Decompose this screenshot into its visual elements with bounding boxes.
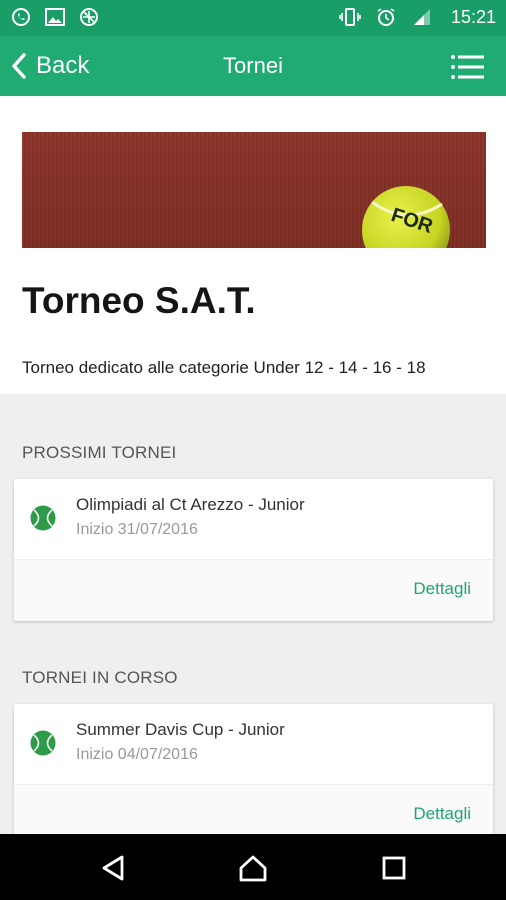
nav-back-icon[interactable] — [98, 852, 130, 884]
no-sync-icon — [78, 6, 100, 28]
tournament-card[interactable]: Olimpiadi al Ct Arezzo - Junior Inizio 3… — [14, 479, 493, 621]
status-time: 15:21 — [450, 6, 496, 27]
vibrate-icon — [339, 6, 361, 28]
system-nav-bar — [0, 834, 506, 900]
tournament-card[interactable]: Summer Davis Cup - Junior Inizio 04/07/2… — [14, 704, 493, 846]
signal-icon — [411, 6, 433, 28]
status-bar: 15:21 — [0, 0, 506, 36]
details-button[interactable]: Dettagli — [413, 804, 471, 824]
menu-button[interactable] — [450, 54, 484, 80]
app-toolbar: Back Tornei — [0, 36, 506, 96]
tennis-ball-icon — [30, 730, 56, 756]
card-start-date: Inizio 31/07/2016 — [76, 521, 198, 538]
image-icon — [44, 6, 66, 28]
nav-recents-icon[interactable] — [378, 852, 410, 884]
banner-image: FOR — [22, 132, 486, 248]
tennis-ball-icon — [30, 505, 56, 531]
nav-home-icon[interactable] — [237, 852, 269, 884]
tournament-title: Torneo S.A.T. — [22, 280, 256, 321]
section-label-ongoing: TORNEI IN CORSO — [22, 668, 178, 687]
card-start-date: Inizio 04/07/2016 — [76, 746, 198, 763]
page-title: Tornei — [223, 53, 283, 78]
tennis-ball-image: FOR — [362, 186, 450, 248]
details-button[interactable]: Dettagli — [413, 579, 471, 599]
alarm-icon — [375, 6, 397, 28]
card-title: Olimpiadi al Ct Arezzo - Junior — [76, 495, 305, 514]
whatsapp-icon — [10, 6, 32, 28]
tournament-header: FOR Torneo S.A.T. Torneo dedicato alle c… — [0, 96, 506, 394]
tournament-description: Torneo dedicato alle categorie Under 12 … — [22, 358, 426, 377]
card-title: Summer Davis Cup - Junior — [76, 720, 285, 739]
section-label-upcoming: PROSSIMI TORNEI — [22, 443, 177, 462]
list-menu-icon — [451, 55, 484, 79]
